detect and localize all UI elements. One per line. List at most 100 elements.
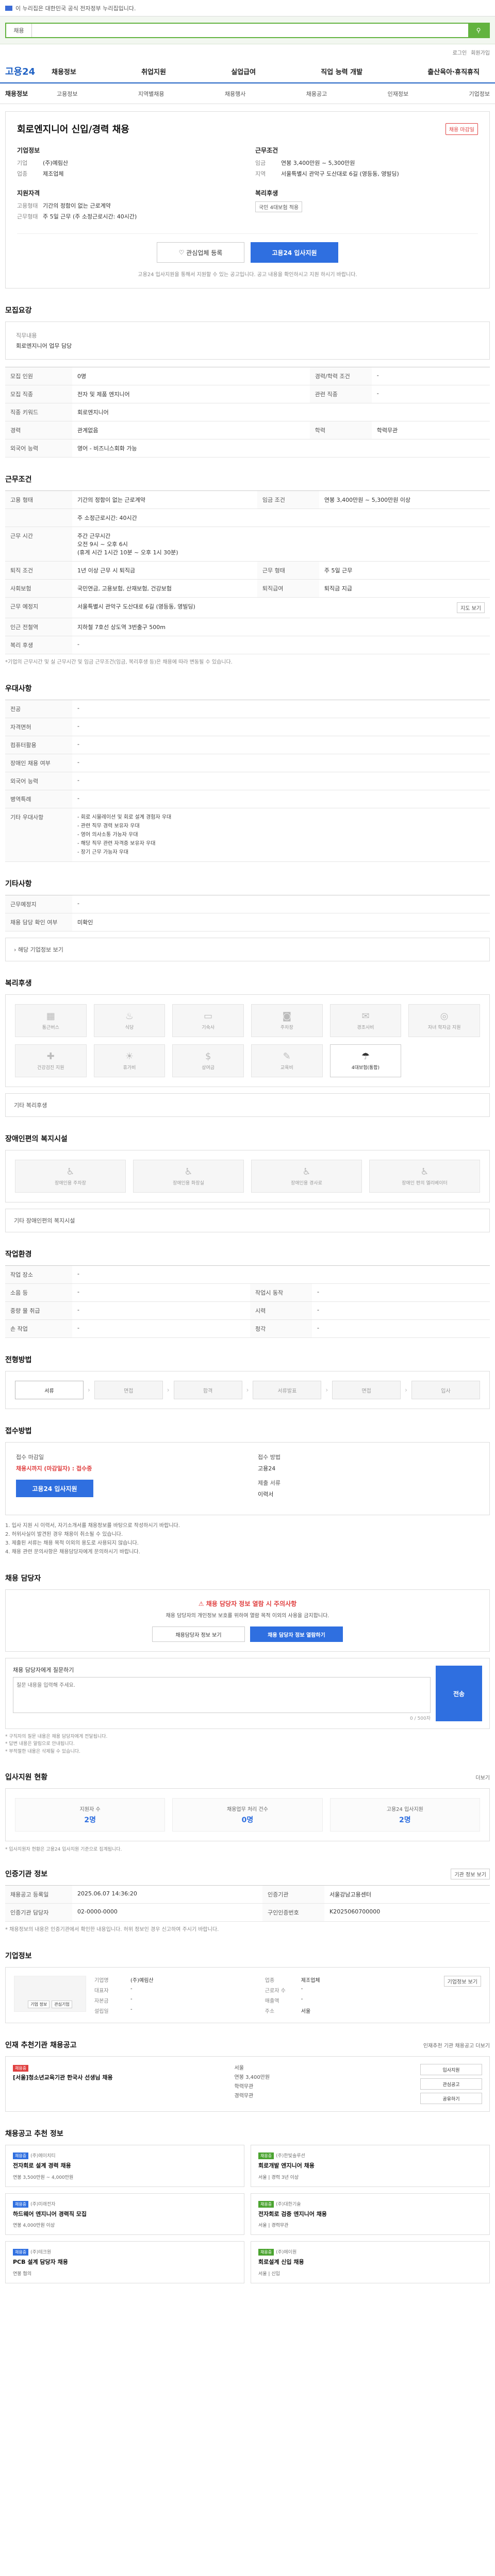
recommend-card[interactable]: 채용중 (주)한빛솔루션 회로개발 엔지니어 채용 서울 | 경력 3년 이상 [251, 2145, 490, 2187]
preferred-value: - [72, 772, 490, 790]
search-box: 채용 ⚲ [5, 22, 490, 38]
accessibility-icon: ♿ [420, 1166, 429, 1177]
welfare-item-label: 교육비 [280, 1065, 293, 1071]
welfare-item-label: 주차장 [280, 1025, 293, 1030]
recommend-card-head: 채용중 (주)대한기술 [258, 2200, 482, 2210]
other-job-card[interactable]: 채용중 [서울]청소년교육기관 한국사 선생님 채용 서울 연봉 3,400만원 학… [5, 2056, 490, 2112]
workenv-value: - [72, 1301, 250, 1320]
disabled-grid: ♿ 장애인용 주차장 ♿ 장애인용 화장실 ♿ 장애인용 경사로 ♿ 장애인 편의 엘리베이터 [5, 1150, 490, 1202]
open-manager-button[interactable]: 채용 담당자 정보 열람하기 [250, 1626, 343, 1642]
condition-value: 주간 근무시간 오전 9시 ~ 오후 6시 (휴게 시간 1시간 10분 ~ 오… [72, 527, 490, 562]
gnb-item-3[interactable]: 직업 능력 개발 [321, 66, 362, 76]
company-info-block: 기업정보 기업 (주)예림산 업종 제조업체 [17, 146, 240, 180]
conditions-block: 근무조건 임금 연봉 3,400만원 ~ 5,300만원 지역 서울특별시 관악구 도… [255, 146, 478, 180]
info-button[interactable]: 기관 정보 보기 [451, 1869, 490, 1880]
gnb-item-0[interactable]: 채용정보 [52, 66, 76, 76]
preferred-row: 전공 - [5, 700, 490, 718]
gift-icon: ✉ [361, 1011, 370, 1022]
company-view-button[interactable]: 기업정보 보기 [443, 1976, 481, 1987]
company-info-row: 기업 (주)예림산 [17, 159, 240, 167]
company-info-link[interactable]: › 해당 기업정보 보기 [5, 938, 490, 961]
other-job-action-button[interactable]: 관심공고 [420, 2078, 482, 2090]
login-link[interactable]: 로그인 [453, 48, 467, 56]
qualification-value: 주 5일 근무 (주 소정근로시간: 40시간) [43, 213, 137, 220]
recruit-key2: 경력/학력 조건 [309, 367, 372, 385]
condition-key: 사회보험 [5, 579, 72, 598]
stats-more-link[interactable]: 더보기 [475, 1773, 490, 1781]
recommend-card[interactable]: 채용중 (주)에이치티 전자회로 설계 경력 채용 연봉 3,500만원 ~ 4,00… [5, 2145, 244, 2187]
disabled-section: 장애인편의 복지시설 ♿ 장애인용 주차장 ♿ 장애인용 화장실 ♿ 장애인용 경사로 ♿ 장… [5, 1117, 490, 1232]
recommend-badge: 채용중 [258, 2153, 274, 2160]
gnb-item-2[interactable]: 실업급여 [231, 66, 256, 76]
interest-button[interactable]: ♡ 관심업체 등록 [157, 242, 244, 263]
qna-box: 채용 담당자에게 질문하기 0 / 500자 전송 [5, 1658, 490, 1729]
building-icon: ▦ [46, 1011, 55, 1022]
recruit-row: 직종 키워드 회로엔지니어 [5, 403, 490, 421]
preferred-row: 장애인 채용 여부 - [5, 754, 490, 772]
recommend-card[interactable]: 채용중 (주)미래전자 하드웨어 엔지니어 경력직 모집 연봉 4,000만원 이상 [5, 2193, 244, 2235]
search-input[interactable] [32, 23, 468, 37]
apply-button[interactable]: 고용24 입사지원 [251, 242, 338, 263]
bed-icon: ▭ [204, 1011, 213, 1022]
lnb-item-0[interactable]: 고용정보 [57, 90, 77, 98]
condition-value: 주 소정근로시간: 40시간 [72, 509, 490, 527]
process-steps: 서류 › 면접 › 합격 › 서류발표 › 면접 › 입사 [5, 1371, 490, 1409]
preferred-etc-item: - 영어 의사소통 가능자 우대 [77, 832, 138, 838]
qna-textarea[interactable] [13, 1677, 431, 1713]
qualification-row: 근무형태 주 5일 근무 (주 소정근로시간: 40시간) [17, 212, 240, 221]
preferred-row: 병역특례 - [5, 790, 490, 808]
condition-row: 인근 전철역 지하철 7호선 상도역 3번출구 500m [5, 618, 490, 636]
condition-row: 복리 후생 - [5, 636, 490, 654]
stats-grid: 지원자 수 2명 채용업무 처리 건수 0명 고용24 입사지원 2명 [5, 1788, 490, 1842]
recruit-row: 경력 관계없음 학력 학력무관 [5, 421, 490, 439]
disabled-item-label: 장애인용 주차장 [55, 1181, 86, 1186]
company-grid: 기업명 (주)예림산 업종 제조업체 대표자 - 근로자 수 - 자본금 - 매출액 - 설립일 - 주소 서… [94, 1976, 436, 2014]
other-job-meta: 서울 연봉 3,400만원 학력무관 경력무관 [235, 2064, 410, 2104]
lnb-item-1[interactable]: 지역별채용 [138, 90, 164, 98]
other-jobs-more[interactable]: 인재추천 기관 채용공고 더보기 [423, 2041, 490, 2049]
site-logo[interactable]: 고용24 [5, 64, 41, 78]
welfare-item: ✎ 교육비 [251, 1044, 323, 1077]
apply-method-button[interactable]: 고용24 입사지원 [16, 1480, 93, 1497]
search-scope-select[interactable]: 채용 [6, 23, 32, 37]
welfare-etc: 기타 복리후생 [5, 1093, 490, 1117]
condition-value: 연봉 3,400만원 ~ 5,300만원 [281, 160, 355, 166]
recommend-card[interactable]: 채용중 (주)대한기술 전자회로 검증 엔지니어 채용 서울 | 경력무관 [251, 2193, 490, 2235]
qualification-block: 지원자격 고용형태 기간의 정함이 없는 근로계약 근무형태 주 5일 근무 (주 소… [17, 189, 240, 223]
view-manager-button[interactable]: 채용담당자 정보 보기 [152, 1626, 245, 1642]
stats-note: * 입사지원자 현황은 고용24 입사지원 기준으로 집계됩니다. [5, 1847, 122, 1853]
condition-row: 고용 형태 기간의 정함이 없는 근로계약 임금 조건 연봉 3,400만원 ~ 5,… [5, 490, 490, 509]
recommend-badge: 채용중 [258, 2249, 274, 2256]
search-button[interactable]: ⚲ [468, 23, 489, 37]
preferred-key: 자격면허 [5, 718, 72, 736]
lnb-item-3[interactable]: 채용공고 [306, 90, 327, 98]
other-job-action-button[interactable]: 입사지원 [420, 2064, 482, 2076]
arrow-right-icon: › [325, 1386, 328, 1394]
search-icon: ⚲ [476, 26, 481, 34]
overview-text: 회로엔지니어 업무 담당 [16, 343, 72, 349]
recommend-card[interactable]: 채용중 (주)에이원 회로설계 신입 채용 서울 | 신입 [251, 2241, 490, 2283]
lnb-item-5[interactable]: 기업정보 [469, 90, 490, 98]
company-info-chip[interactable]: 기업 정보 [28, 2001, 50, 2009]
qna-send-button[interactable]: 전송 [436, 1666, 482, 1721]
company-info-heading: 기업정보 [17, 147, 40, 154]
recommend-card[interactable]: 채용중 (주)테크원 PCB 설계 담당자 채용 연봉 협의 [5, 2241, 244, 2283]
other-job-action-button[interactable]: 공유하기 [420, 2093, 482, 2105]
recommend-meta: 연봉 협의 [13, 2271, 31, 2277]
welfare-item-label: 식당 [125, 1025, 134, 1030]
qualification-key: 근무형태 [17, 213, 38, 220]
gov-banner-text: 이 누리집은 대한민국 공식 전자정부 누리집입니다. [15, 5, 136, 12]
join-link[interactable]: 회원가입 [471, 48, 490, 56]
map-button[interactable]: 지도 보기 [457, 602, 485, 613]
company-interest-chip[interactable]: 관심기업 [52, 2001, 72, 2009]
info-row: 채용공고 등록일 2025.06.07 14:36:20 인증기관 서울강남고용센터 [5, 1885, 490, 1904]
recommend-company: (주)대한기술 [276, 2201, 301, 2207]
apply-doc-value: 이력서 [258, 1491, 274, 1498]
lnb-item-4[interactable]: 인재정보 [388, 90, 408, 98]
gnb-item-4[interactable]: 출산육아·휴직휴직 [427, 66, 480, 76]
gnb-item-1[interactable]: 취업지원 [141, 66, 166, 76]
company-key: 설립일 [94, 2009, 109, 2015]
job-header-card: 회로엔지니어 신입/경력 채용 채용 마감일 기업정보 기업 (주)예림산 업종 제조… [5, 111, 490, 289]
lnb-item-2[interactable]: 채용행사 [225, 90, 245, 98]
manager-title: 채용 담당자 [5, 1574, 41, 1583]
